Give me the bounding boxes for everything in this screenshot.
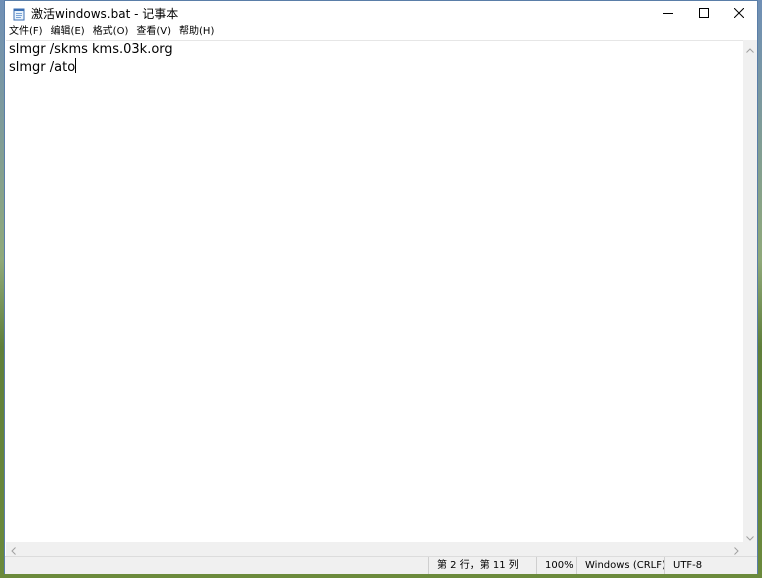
menu-bar: 文件(F) 编辑(E) 格式(O) 查看(V) 帮助(H) <box>5 24 757 40</box>
editor-line-text: slmgr /ato <box>9 60 76 75</box>
status-encoding: UTF-8 <box>664 557 757 574</box>
editor-line-text: slmgr /skms kms.03k.org <box>9 42 173 57</box>
scroll-right-button[interactable] <box>729 542 743 556</box>
status-bar: 第 2 行，第 11 列 100% Windows (CRLF) UTF-8 <box>5 556 757 574</box>
chevron-up-icon <box>746 38 754 57</box>
minimize-icon <box>663 3 673 22</box>
status-line-ending: Windows (CRLF) <box>576 557 666 574</box>
status-cursor-position: 第 2 行，第 11 列 <box>428 557 536 574</box>
scroll-down-button[interactable] <box>743 528 757 542</box>
vertical-scrollbar[interactable] <box>743 40 757 542</box>
close-icon <box>733 3 745 22</box>
window-title: 激活windows.bat - 记事本 <box>31 7 179 21</box>
editor-line: slmgr /ato <box>9 58 77 76</box>
horizontal-scrollbar[interactable] <box>6 542 743 556</box>
status-zoom: 100% <box>536 557 576 574</box>
menu-help[interactable]: 帮助(H) <box>176 24 218 40</box>
text-editor[interactable]: slmgr /skms kms.03k.org slmgr /ato <box>6 40 743 543</box>
menu-format[interactable]: 格式(O) <box>90 24 133 40</box>
editor-line: slmgr /skms kms.03k.org <box>9 41 173 58</box>
notepad-icon <box>13 6 25 21</box>
maximize-icon <box>699 3 709 22</box>
maximize-button[interactable] <box>686 1 722 24</box>
menu-edit[interactable]: 编辑(E) <box>48 24 89 40</box>
scrollbar-corner <box>743 542 757 556</box>
minimize-button[interactable] <box>650 1 686 24</box>
title-bar[interactable]: 激活windows.bat - 记事本 <box>5 1 757 24</box>
text-caret <box>75 58 77 73</box>
notepad-window: 激活windows.bat - 记事本 文件(F) 编辑(E) 格式(O) 查看… <box>4 0 758 574</box>
menu-file[interactable]: 文件(F) <box>6 24 47 40</box>
scroll-up-button[interactable] <box>743 40 757 54</box>
menu-view[interactable]: 查看(V) <box>133 24 175 40</box>
close-button[interactable] <box>721 1 757 24</box>
scroll-left-button[interactable] <box>6 542 20 556</box>
